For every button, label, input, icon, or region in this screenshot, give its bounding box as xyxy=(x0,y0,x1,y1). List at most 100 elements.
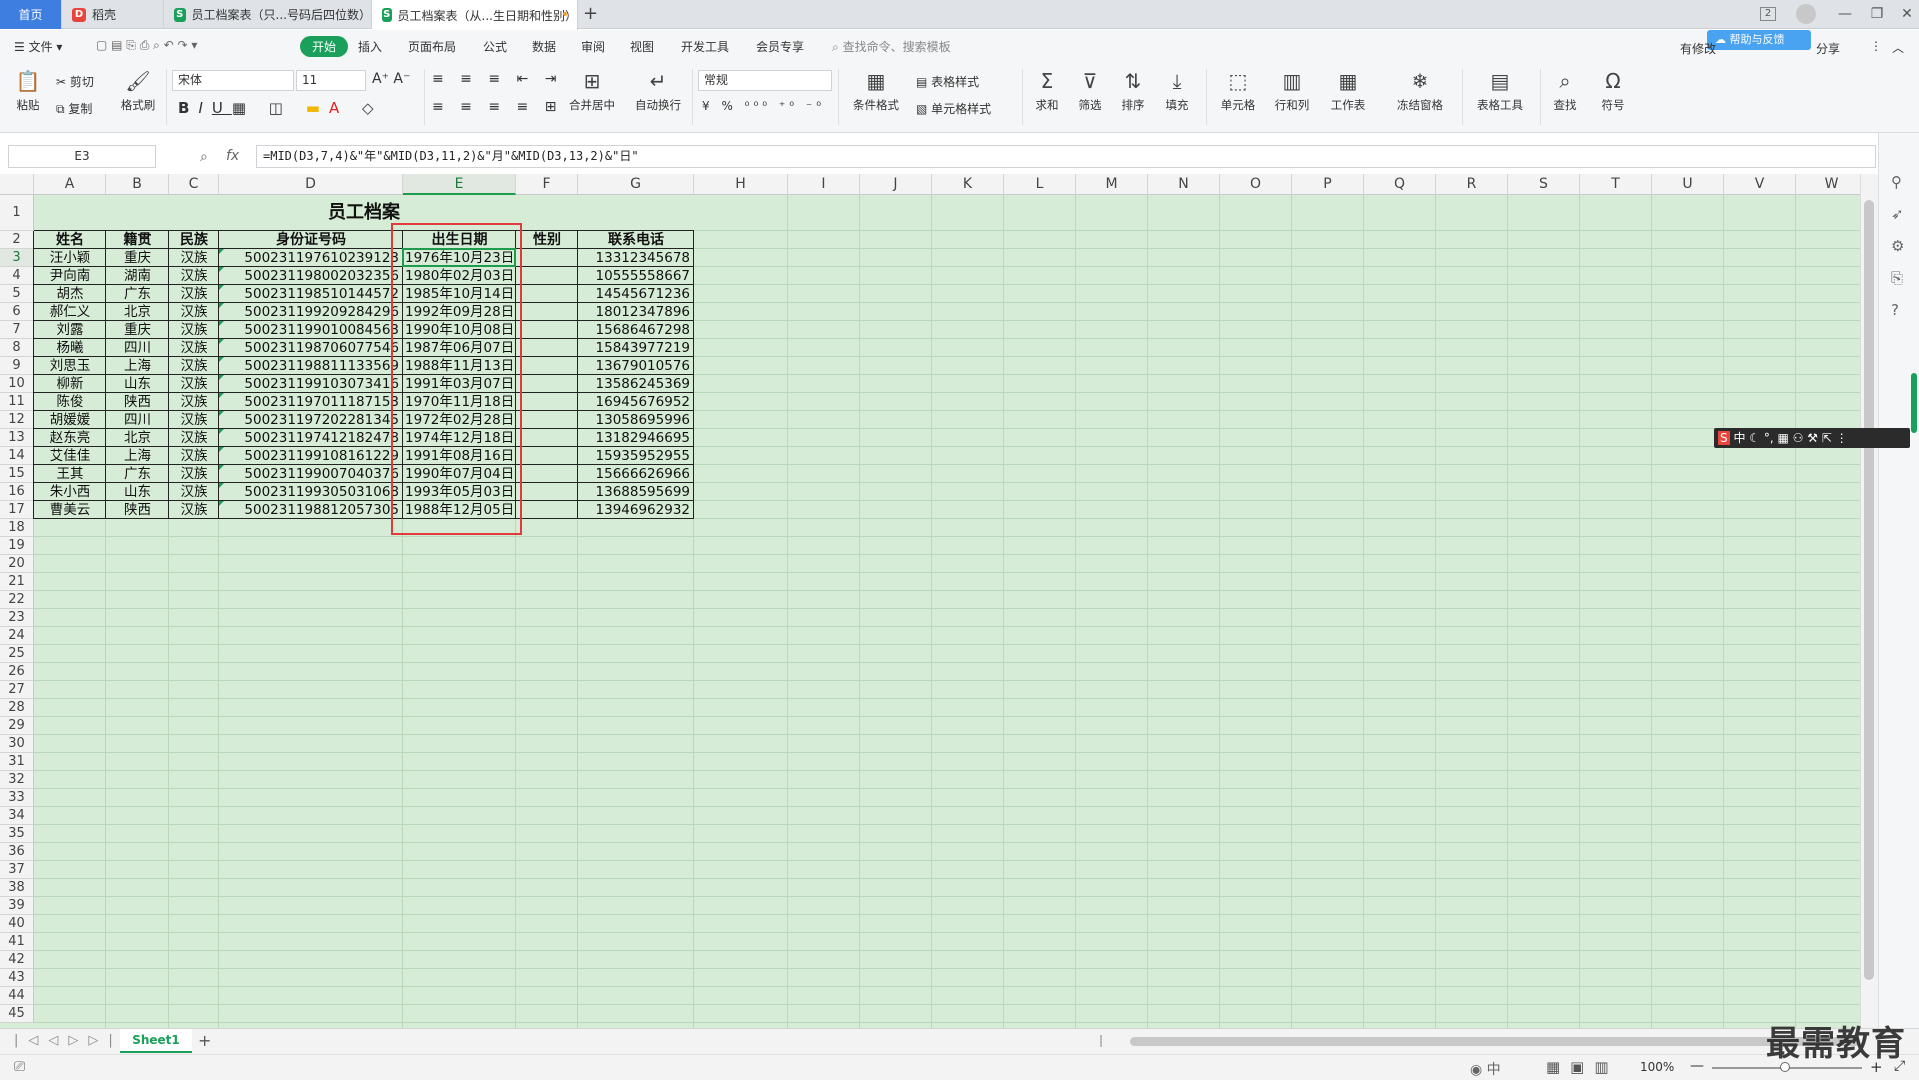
table-cell[interactable]: 陕西 xyxy=(106,501,169,519)
row-header[interactable]: 41 xyxy=(0,933,34,951)
table-cell[interactable]: 汉族 xyxy=(169,321,219,339)
table-cell[interactable]: 朱小西 xyxy=(34,483,106,501)
row-header[interactable]: 29 xyxy=(0,717,34,735)
row-header[interactable]: 43 xyxy=(0,969,34,987)
menu-review[interactable]: 审阅 xyxy=(581,38,605,55)
cell-button[interactable]: ⬚ 单元格 xyxy=(1214,69,1262,113)
menu-formula[interactable]: 公式 xyxy=(483,38,507,55)
table-cell[interactable]: 刘露 xyxy=(34,321,106,339)
row-header[interactable]: 44 xyxy=(0,987,34,1005)
menu-developer[interactable]: 开发工具 xyxy=(681,38,729,55)
table-cell[interactable]: 15843977219 xyxy=(578,339,694,357)
table-cell[interactable]: 汉族 xyxy=(169,411,219,429)
row-header[interactable]: 38 xyxy=(0,879,34,897)
table-cell[interactable] xyxy=(516,393,578,411)
table-cell[interactable]: 胡媛媛 xyxy=(34,411,106,429)
cut-button[interactable]: ✂ 剪切 xyxy=(56,73,94,90)
table-cell[interactable]: 湖南 xyxy=(106,267,169,285)
table-cell[interactable] xyxy=(516,267,578,285)
table-cell[interactable]: 15666626966 xyxy=(578,465,694,483)
font-grow-shrink-icons[interactable]: A⁺ A⁻ xyxy=(372,71,410,87)
macro-record-icon[interactable]: ⎚ xyxy=(14,1059,25,1075)
table-cell[interactable]: 13182946695 xyxy=(578,429,694,447)
align-icons-bottom[interactable]: ≡ ≡ ≡ ≡ ⊞ xyxy=(432,99,562,115)
has-changes[interactable]: 有修改 xyxy=(1680,40,1716,57)
row-header[interactable]: 30 xyxy=(0,735,34,753)
column-header[interactable]: N xyxy=(1148,174,1220,195)
row-header[interactable]: 15 xyxy=(0,465,34,483)
restore-button[interactable]: ❐ xyxy=(1866,4,1888,24)
row-header[interactable]: 21 xyxy=(0,573,34,591)
table-header-cell[interactable]: 身份证号码 xyxy=(219,231,403,249)
split-handle[interactable] xyxy=(1100,1035,1108,1047)
row-header[interactable]: 37 xyxy=(0,861,34,879)
table-header-cell[interactable]: 民族 xyxy=(169,231,219,249)
table-cell[interactable]: 赵东亮 xyxy=(34,429,106,447)
table-header-cell[interactable]: 性别 xyxy=(516,231,578,249)
new-tab-button[interactable]: + xyxy=(583,3,598,24)
merge-center-button[interactable]: ⊞ 合并居中 xyxy=(562,69,622,113)
command-search[interactable]: ⌕ 查找命令、搜索模板 xyxy=(832,38,951,55)
font-style-icons[interactable]: BIU▦ ◫ ▬A ◇ xyxy=(178,99,383,117)
row-header[interactable]: 22 xyxy=(0,591,34,609)
fill-button[interactable]: ⤓ 填充 xyxy=(1160,69,1194,113)
worksheet-button[interactable]: ▦ 工作表 xyxy=(1324,69,1372,113)
table-cell[interactable]: 汉族 xyxy=(169,429,219,447)
table-cell[interactable] xyxy=(516,339,578,357)
table-cell[interactable]: 郝仁义 xyxy=(34,303,106,321)
row-header[interactable]: 17 xyxy=(0,501,34,519)
wrap-text-button[interactable]: ↵ 自动换行 xyxy=(630,69,686,113)
table-cell[interactable]: 汉族 xyxy=(169,465,219,483)
table-header-cell[interactable]: 籍贯 xyxy=(106,231,169,249)
table-cell[interactable]: 艾佳佳 xyxy=(34,447,106,465)
table-cell[interactable]: 汉族 xyxy=(169,375,219,393)
row-header[interactable]: 5 xyxy=(0,285,34,303)
table-cell[interactable]: 10555558667 xyxy=(578,267,694,285)
copy-button[interactable]: ⧉ 复制 xyxy=(56,100,92,117)
row-header[interactable]: 26 xyxy=(0,663,34,681)
number-format-select[interactable]: 常规 xyxy=(698,70,832,91)
menu-start[interactable]: 开始 xyxy=(300,36,349,57)
quick-access-icons[interactable]: ▢ ▤ ⎘ ⎙ ⌕ ↶ ↷ ▾ xyxy=(96,38,197,53)
row-header[interactable]: 3 xyxy=(0,249,34,267)
table-cell[interactable] xyxy=(516,501,578,519)
column-header[interactable]: H xyxy=(694,174,788,195)
table-cell[interactable]: 500231199305031068 xyxy=(219,483,403,501)
table-cell[interactable]: 陕西 xyxy=(106,393,169,411)
table-cell[interactable]: 500231197202281345 xyxy=(219,411,403,429)
column-header[interactable]: P xyxy=(1292,174,1364,195)
column-header[interactable]: I xyxy=(788,174,860,195)
column-header[interactable]: T xyxy=(1580,174,1652,195)
row-header[interactable]: 34 xyxy=(0,807,34,825)
row-header[interactable]: 32 xyxy=(0,771,34,789)
cursor-icon[interactable]: ➶ xyxy=(1891,205,1904,223)
scroll-thumb[interactable] xyxy=(1864,200,1874,980)
font-name-select[interactable]: 宋体 xyxy=(172,70,294,91)
menu-insert[interactable]: 插入 xyxy=(358,38,382,55)
table-cell[interactable]: 北京 xyxy=(106,303,169,321)
table-cell[interactable]: 500231198812057305 xyxy=(219,501,403,519)
table-cell[interactable]: 汉族 xyxy=(169,501,219,519)
column-header[interactable]: W xyxy=(1796,174,1860,195)
table-cell[interactable]: 13688595699 xyxy=(578,483,694,501)
minimize-button[interactable]: — xyxy=(1834,4,1856,24)
menu-data[interactable]: 数据 xyxy=(532,38,556,55)
table-cell[interactable]: 汉族 xyxy=(169,303,219,321)
column-header[interactable]: G xyxy=(578,174,694,195)
select-all-corner[interactable] xyxy=(0,174,34,195)
table-cell[interactable]: 重庆 xyxy=(106,321,169,339)
freeze-panes-button[interactable]: ❄ 冻结窗格 xyxy=(1390,69,1450,113)
column-header[interactable]: K xyxy=(932,174,1004,195)
column-header[interactable]: R xyxy=(1436,174,1508,195)
table-cell[interactable]: 13312345678 xyxy=(578,249,694,267)
table-cell[interactable]: 汉族 xyxy=(169,267,219,285)
table-header-cell[interactable]: 联系电话 xyxy=(578,231,694,249)
column-header[interactable]: V xyxy=(1724,174,1796,195)
table-cell[interactable]: 16945676952 xyxy=(578,393,694,411)
table-cell[interactable]: 北京 xyxy=(106,429,169,447)
find-button[interactable]: ⌕ 查找 xyxy=(1548,69,1582,113)
zoom-out-button[interactable]: — xyxy=(1690,1058,1704,1074)
column-header[interactable]: M xyxy=(1076,174,1148,195)
row-header[interactable]: 24 xyxy=(0,627,34,645)
menu-view[interactable]: 视图 xyxy=(630,38,654,55)
